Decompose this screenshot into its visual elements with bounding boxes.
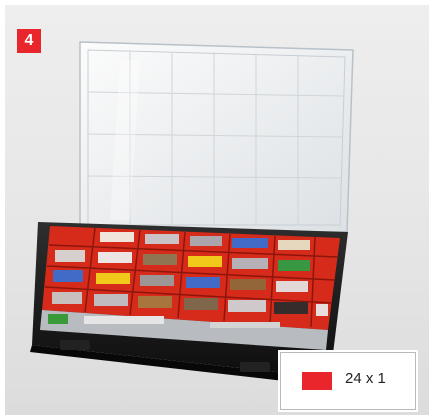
compartment-legend: 24 x 1 xyxy=(280,352,416,410)
tray-grid xyxy=(40,226,340,350)
transparent-lid xyxy=(79,41,354,233)
red-swatch-icon xyxy=(302,372,332,390)
compartment-count-label: 24 x 1 xyxy=(345,370,386,387)
step-number-badge: 4 xyxy=(17,29,41,53)
